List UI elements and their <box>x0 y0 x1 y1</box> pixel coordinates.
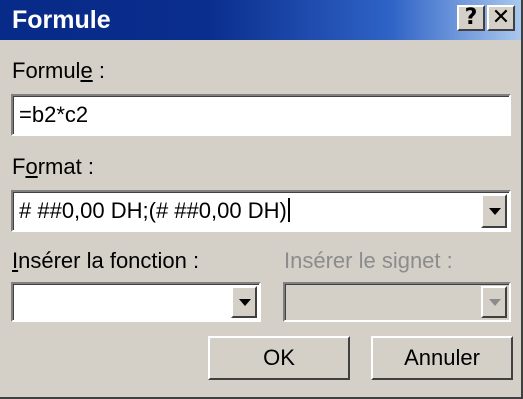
text-caret <box>287 198 290 222</box>
insert-bookmark-combobox <box>283 282 511 322</box>
insert-function-combobox[interactable] <box>11 282 261 322</box>
formula-dialog: Formule ? ✕ Formule : =b2*c2 Format : # … <box>0 0 523 399</box>
cancel-button[interactable]: Annuler <box>371 336 513 380</box>
chevron-down-icon <box>489 208 501 215</box>
help-button[interactable]: ? <box>457 5 485 31</box>
format-value-text: # ##0,00 DH;(# ##0,00 DH) <box>19 198 287 223</box>
close-icon: ✕ <box>491 5 511 30</box>
format-dropdown-button[interactable] <box>481 194 507 228</box>
formula-input-value: =b2*c2 <box>19 102 89 127</box>
question-mark-icon: ? <box>464 5 478 30</box>
formula-label: Formule : <box>12 58 105 84</box>
format-label-rest: rmat : <box>37 154 94 179</box>
format-label-accelerator: o <box>25 154 38 179</box>
format-label-text: F <box>12 154 26 179</box>
ok-button[interactable]: OK <box>208 336 350 380</box>
formula-input[interactable]: =b2*c2 <box>11 94 511 136</box>
formula-label-colon: : <box>92 58 105 83</box>
insert-bookmark-label: Insérer le signet : <box>284 248 453 273</box>
chevron-down-icon <box>489 299 501 306</box>
format-label: Format : <box>12 154 94 180</box>
insert-function-label-text: nsérer la fonction : <box>18 248 200 273</box>
insert-function-label: Insérer la fonction : <box>12 248 199 274</box>
chevron-down-icon <box>239 299 251 306</box>
dialog-title: Formule <box>12 6 111 34</box>
title-bar[interactable]: Formule ? ✕ <box>0 0 521 40</box>
insert-bookmark-dropdown-button <box>481 286 507 318</box>
close-button[interactable]: ✕ <box>487 5 515 31</box>
formula-label-text: Formul <box>12 58 81 83</box>
format-combobox[interactable]: # ##0,00 DH;(# ##0,00 DH) <box>11 190 511 232</box>
formula-label-accelerator: e <box>80 58 93 83</box>
insert-function-dropdown-button[interactable] <box>231 286 257 318</box>
format-input-value: # ##0,00 DH;(# ##0,00 DH) <box>19 198 290 224</box>
